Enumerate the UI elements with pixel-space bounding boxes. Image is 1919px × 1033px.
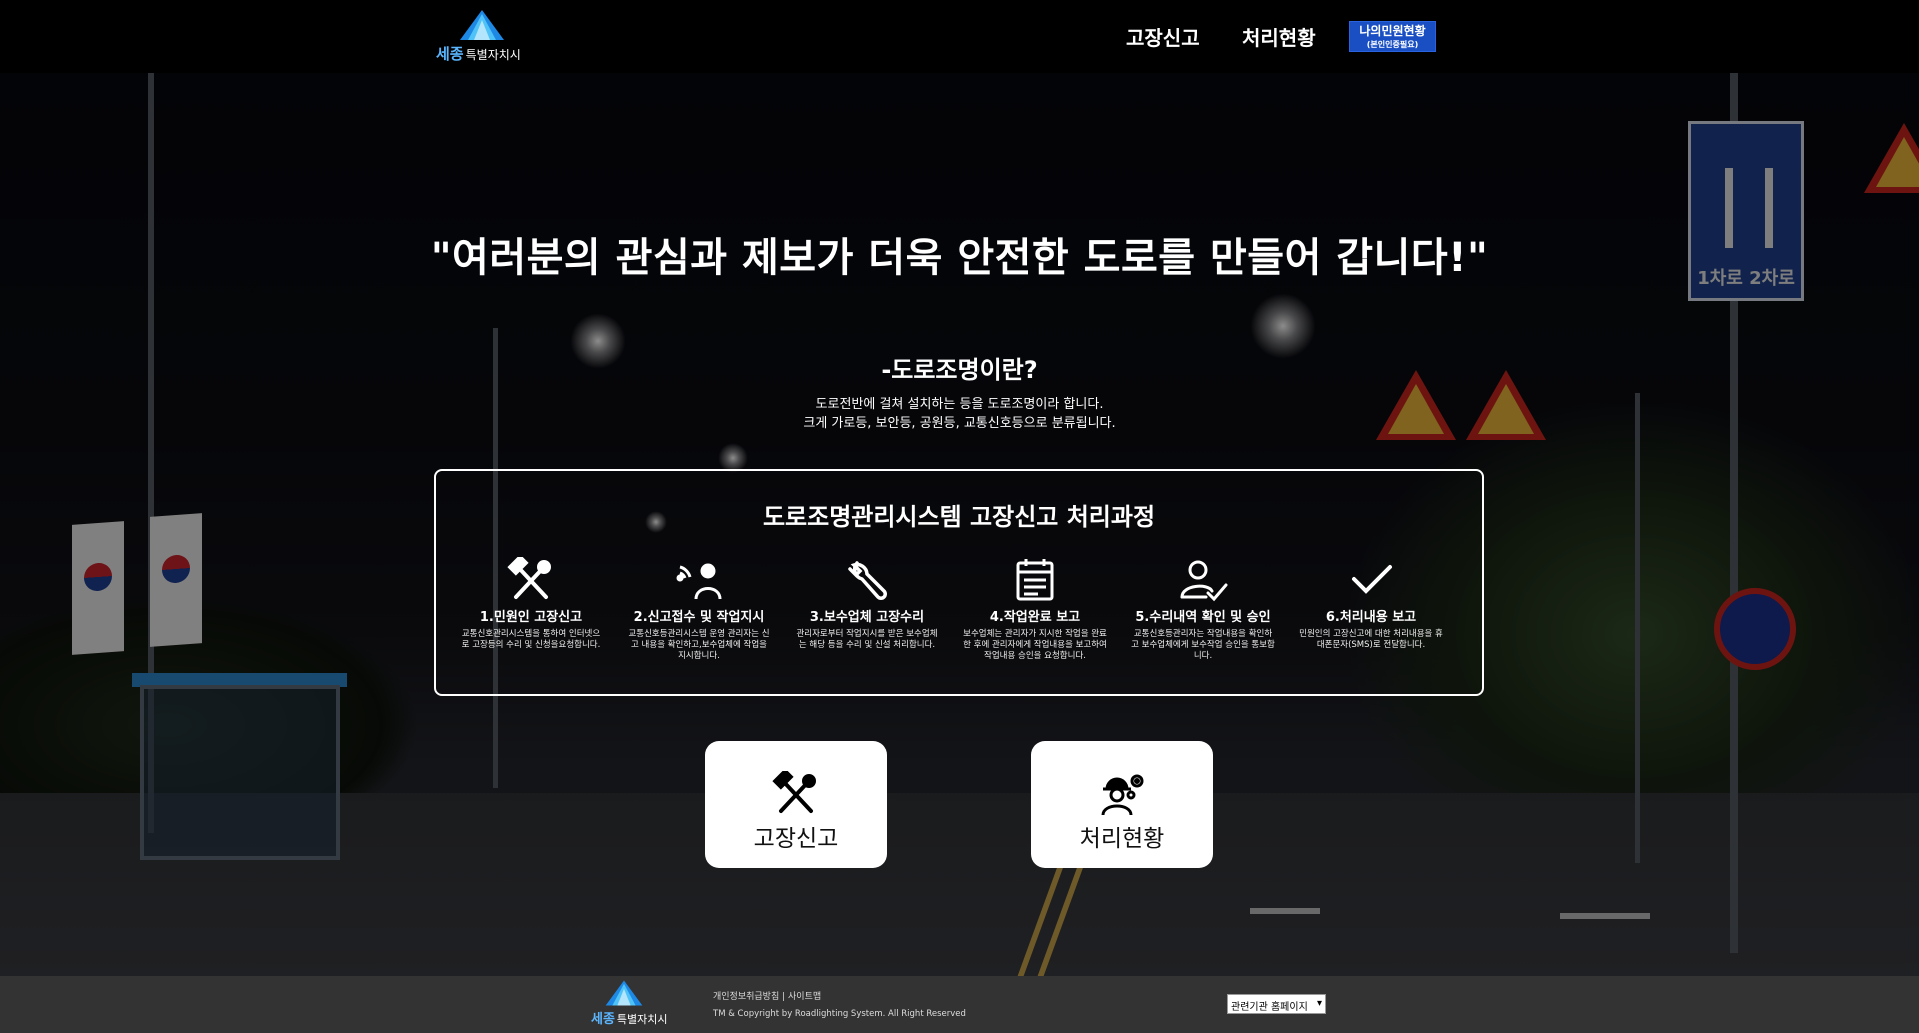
worker-wifi-icon — [676, 563, 722, 600]
sitemap-link[interactable]: 사이트맵 — [788, 992, 821, 1002]
privacy-policy-link[interactable]: 개인정보취급방침 — [713, 992, 779, 1002]
process-step: 4.작업완료 보고 보수업체는 관리자가 지시한 작업을 완료한 후에 관리자에… — [950, 557, 1120, 662]
process-step: 1.민원인 고장신고 교통신호관리시스템을 통하여 인터넷으로 고장등의 수리 … — [446, 557, 616, 651]
step-name: 5.수리내역 확인 및 승인 — [1135, 610, 1271, 625]
wrench-icon — [848, 561, 887, 600]
worker-gear-icon — [1101, 774, 1144, 816]
nav-my-complaints-button[interactable]: 나의민원현황 (본인인증필요) — [1349, 21, 1436, 52]
step-name: 3.보수업체 고장수리 — [809, 610, 925, 625]
step-body: 보수업체는 관리자가 지시한 작업을 완료한 후에 관리자에게 작업내용을 보고… — [963, 629, 1107, 661]
footer: 세종 특별자치시 개인정보취급방침 | 사이트맵 TM & Copyright b… — [0, 976, 1919, 1033]
step-name: 4.작업완료 보고 — [989, 610, 1081, 625]
tools-icon — [772, 771, 816, 813]
step-body: 관리자로부터 작업지시를 받은 보수업체는 해당 등을 수리 및 신설 처리합니… — [796, 629, 938, 650]
process-step: 5.수리내역 확인 및 승인 교통신호등관리자는 작업내용을 확인하고 보수업체… — [1118, 557, 1288, 662]
description-line: 크게 가로등, 보안등, 공원등, 교통신호등으로 분류됩니다. — [803, 416, 1116, 431]
process-status-button[interactable]: 처리현황 — [1031, 741, 1213, 868]
logo-mountain-icon — [605, 980, 643, 1006]
step-body: 교통신호등관리시스템 운영 관리자는 신고 내용을 확인하고,보수업체에 작업을… — [628, 629, 770, 661]
copyright-text: TM & Copyright by Roadlighting System. A… — [713, 1009, 966, 1019]
logo-text: 세종 특별자치시 — [591, 1012, 668, 1027]
tools-icon — [507, 557, 551, 599]
step-body: 민원인의 고장신고에 대한 처리내용을 휴대폰문자(SMS)로 전달합니다. — [1299, 629, 1443, 650]
report-fault-label: 고장신고 — [753, 826, 839, 852]
report-fault-button[interactable]: 고장신고 — [705, 741, 887, 868]
related-sites-value: 관련기관 홈페이지 — [1231, 1002, 1308, 1013]
step-body: 교통신호등관리자는 작업내용을 확인하고 보수업체에게 보수작업 승인을 통보합… — [1131, 629, 1275, 661]
logo-mountain-icon — [460, 10, 504, 40]
process-step: 6.처리내용 보고 민원인의 고장신고에 대한 처리내용을 휴대폰문자(SMS)… — [1286, 557, 1456, 651]
related-sites-select[interactable]: 관련기관 홈페이지 ▾ — [1227, 994, 1326, 1014]
road-lighting-subtitle: -도로조명이란? — [881, 356, 1038, 384]
user-check-icon — [1180, 560, 1228, 602]
nav-status-link[interactable]: 처리현황 — [1242, 22, 1316, 51]
road-lighting-description: 도로전반에 걸쳐 설치하는 등을 도로조명이라 합니다. 크게 가로등, 보안등… — [0, 395, 1919, 433]
step-name: 1.민원인 고장신고 — [479, 610, 583, 625]
hero-headline: "여러분의 관심과 제보가 더욱 안전한 도로를 만들어 갑니다!" — [430, 235, 1489, 281]
description-line: 도로전반에 걸쳐 설치하는 등을 도로조명이라 합니다. — [815, 397, 1104, 412]
my-complaints-label: 나의민원현황 — [1359, 24, 1426, 38]
chevron-down-icon: ▾ — [1316, 998, 1322, 1009]
process-panel: 도로조명관리시스템 고장신고 처리과정 1.민원인 고장신고 교통신호관리시스템… — [434, 469, 1484, 696]
logo-text: 세종 특별자치시 — [436, 45, 521, 63]
step-name: 6.처리내용 보고 — [1325, 610, 1417, 625]
my-complaints-sub: (본인인증필요) — [1366, 40, 1419, 49]
calendar-icon — [1016, 559, 1054, 601]
process-step: 3.보수업체 고장수리 관리자로부터 작업지시를 받은 보수업체는 해당 등을 … — [782, 557, 952, 651]
process-status-label: 처리현황 — [1079, 826, 1165, 852]
process-title: 도로조명관리시스템 고장신고 처리과정 — [762, 503, 1156, 531]
step-body: 교통신호관리시스템을 통하여 인터넷으로 고장등의 수리 및 신청을요청합니다. — [461, 629, 601, 650]
footer-logo: 세종 특별자치시 — [591, 980, 681, 1028]
check-icon — [1352, 565, 1392, 594]
nav-report-link[interactable]: 고장신고 — [1126, 22, 1200, 51]
footer-links: 개인정보취급방침 | 사이트맵 — [713, 989, 821, 1002]
process-step: 2.신고접수 및 작업지시 교통신호등관리시스템 운영 관리자는 신고 내용을 … — [614, 557, 784, 662]
top-header: 세종 특별자치시 고장신고 처리현황 나의민원현황 (본인인증필요) — [0, 0, 1919, 73]
step-name: 2.신고접수 및 작업지시 — [633, 610, 765, 625]
link-separator: | — [779, 992, 789, 1002]
sejong-logo[interactable]: 세종 특별자치시 — [436, 10, 536, 66]
